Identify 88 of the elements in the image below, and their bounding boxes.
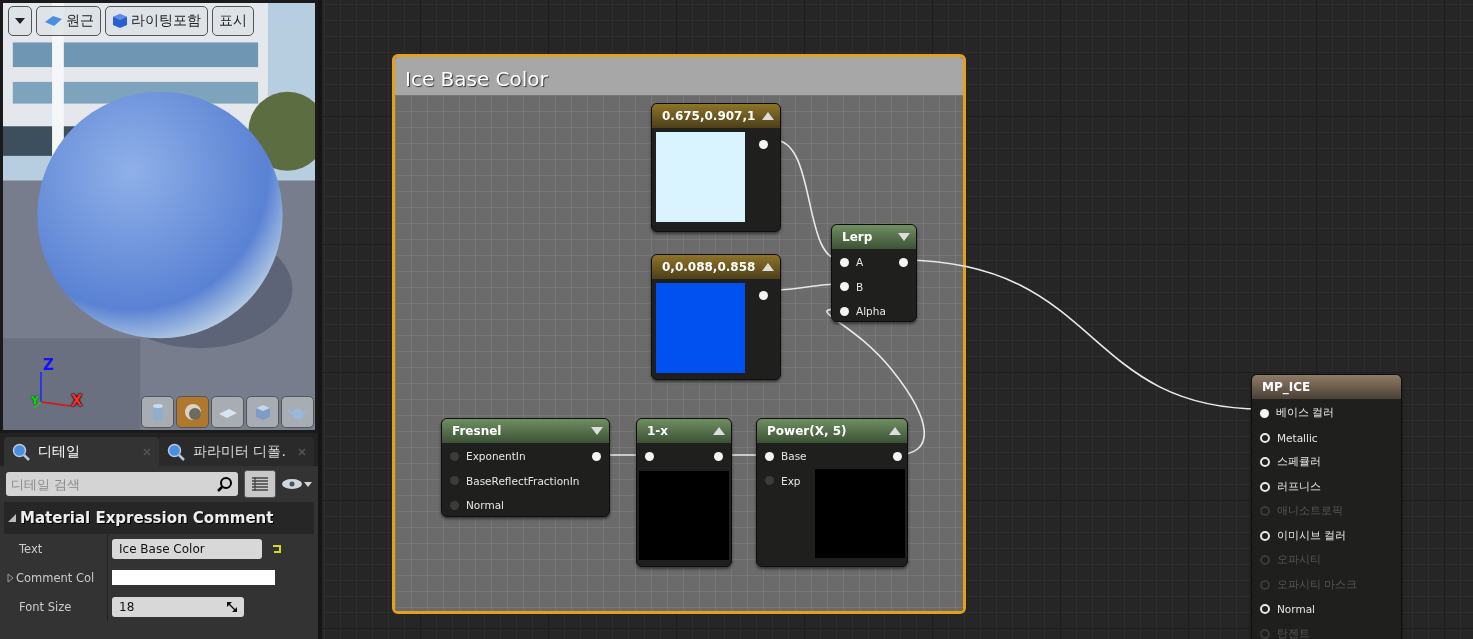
pin-label: B [856,280,864,293]
caret-icon [15,18,25,24]
grid-view-button[interactable] [244,470,276,498]
property-label: Text [19,541,43,556]
input-pin[interactable] [765,451,774,461]
sphere-icon [182,402,203,422]
node-title: 1-x [647,424,669,438]
pin-label: A [856,256,864,269]
info-search-icon [167,442,185,461]
collapse-icon [8,514,16,522]
pin-label: Exp [781,474,801,487]
section-header[interactable]: Material Expression Comment [4,502,314,534]
preview-shape-button[interactable] [211,396,244,428]
pin-label: Normal [1277,603,1315,616]
input-pin[interactable] [1260,628,1270,639]
pin-label: BaseReflectFractionIn [466,474,580,487]
input-pin[interactable] [450,476,459,486]
search-field[interactable]: 디테일 검색 [6,472,238,496]
collapse-arrow-icon[interactable] [713,427,725,435]
node-title: Lerp [842,230,873,244]
expand-icon[interactable] [7,572,14,583]
pin-label: 베이스 컬러 [1276,406,1335,421]
toolbar-button[interactable]: 표시 [212,6,254,36]
output-pin[interactable] [759,290,768,300]
input-pin[interactable] [1260,555,1270,566]
graph-node[interactable]: 0.675,0.907,1 [651,103,781,232]
color-swatch[interactable] [112,570,275,585]
output-pin[interactable] [592,451,601,461]
graph-node[interactable]: 0,0.088,0.858 [651,254,781,380]
preview-shape-button[interactable] [176,396,209,428]
pin-label: 이미시브 컬러 [1277,528,1347,543]
drag-arrows-icon [227,601,237,612]
pin-label: 러프니스 [1277,479,1321,494]
node-title: MP_ICE [1262,380,1311,394]
number-field[interactable]: 18 [112,596,244,617]
graph-node[interactable]: Lerp A B Alpha [831,224,917,322]
collapse-arrow-icon[interactable] [591,427,603,435]
pin-label: 스페큘러 [1277,455,1321,470]
preview-shape-button[interactable] [281,396,314,428]
node-title: Fresnel [452,424,502,438]
preview-shape-button[interactable] [141,396,174,428]
toolbar-button[interactable]: 원근 [36,6,101,36]
input-pin[interactable] [1260,408,1269,418]
collapse-arrow-icon[interactable] [889,427,901,435]
input-pin[interactable] [840,257,849,267]
preview-shape-button[interactable] [246,396,279,428]
collapse-arrow-icon[interactable] [898,233,910,241]
search-icon [217,476,233,492]
collapse-arrow-icon[interactable] [762,263,774,271]
pin-label: Metallic [1277,431,1318,444]
property-label: Font Size [19,599,72,614]
input-pin[interactable] [1260,506,1270,517]
input-pin[interactable] [840,306,849,316]
graph-node[interactable]: 1-x [636,418,732,567]
graph-node[interactable]: Fresnel ExponentIn BaseReflectFractionIn Normal [441,418,610,517]
output-pin[interactable] [759,139,768,149]
list-icon [252,477,268,491]
pin-label: Normal [466,499,504,512]
input-pin[interactable] [645,451,654,461]
pin-label: ExponentIn [466,450,526,463]
eraser-icon [43,15,63,27]
eye-icon[interactable] [282,478,312,490]
node-title: Power(X, 5) [767,424,847,438]
pin-label: Base [781,450,807,463]
text-field[interactable]: Ice Base Color [112,538,262,559]
axis-label: Y [31,394,39,407]
output-pin[interactable] [714,451,723,461]
input-pin[interactable] [450,451,459,461]
axis-label: Z [43,356,54,374]
pin-label: Alpha [856,305,886,318]
toolbar-button[interactable]: 라이팅포함 [105,6,208,36]
output-pin[interactable] [899,257,908,267]
toolbar-button[interactable] [8,6,32,36]
input-pin[interactable] [450,500,459,510]
input-pin[interactable] [840,282,849,292]
input-pin[interactable] [1260,579,1270,590]
property-label: Comment Col [16,570,95,585]
panel-tab[interactable]: 파라미터 디폴. [159,437,314,466]
input-pin[interactable] [765,476,774,486]
collapse-arrow-icon[interactable] [762,112,774,120]
axis-label: X [71,392,83,410]
cube-icon [112,13,128,29]
graph-node[interactable]: Power(X, 5) Base Exp [756,418,908,567]
node-title: 0,0.088,0.858 [662,260,756,274]
node-title: 0.675,0.907,1 [662,109,756,123]
output-pin[interactable] [892,451,902,461]
panel-tab[interactable]: 디테일 [4,437,159,466]
info-search-icon [12,442,30,461]
